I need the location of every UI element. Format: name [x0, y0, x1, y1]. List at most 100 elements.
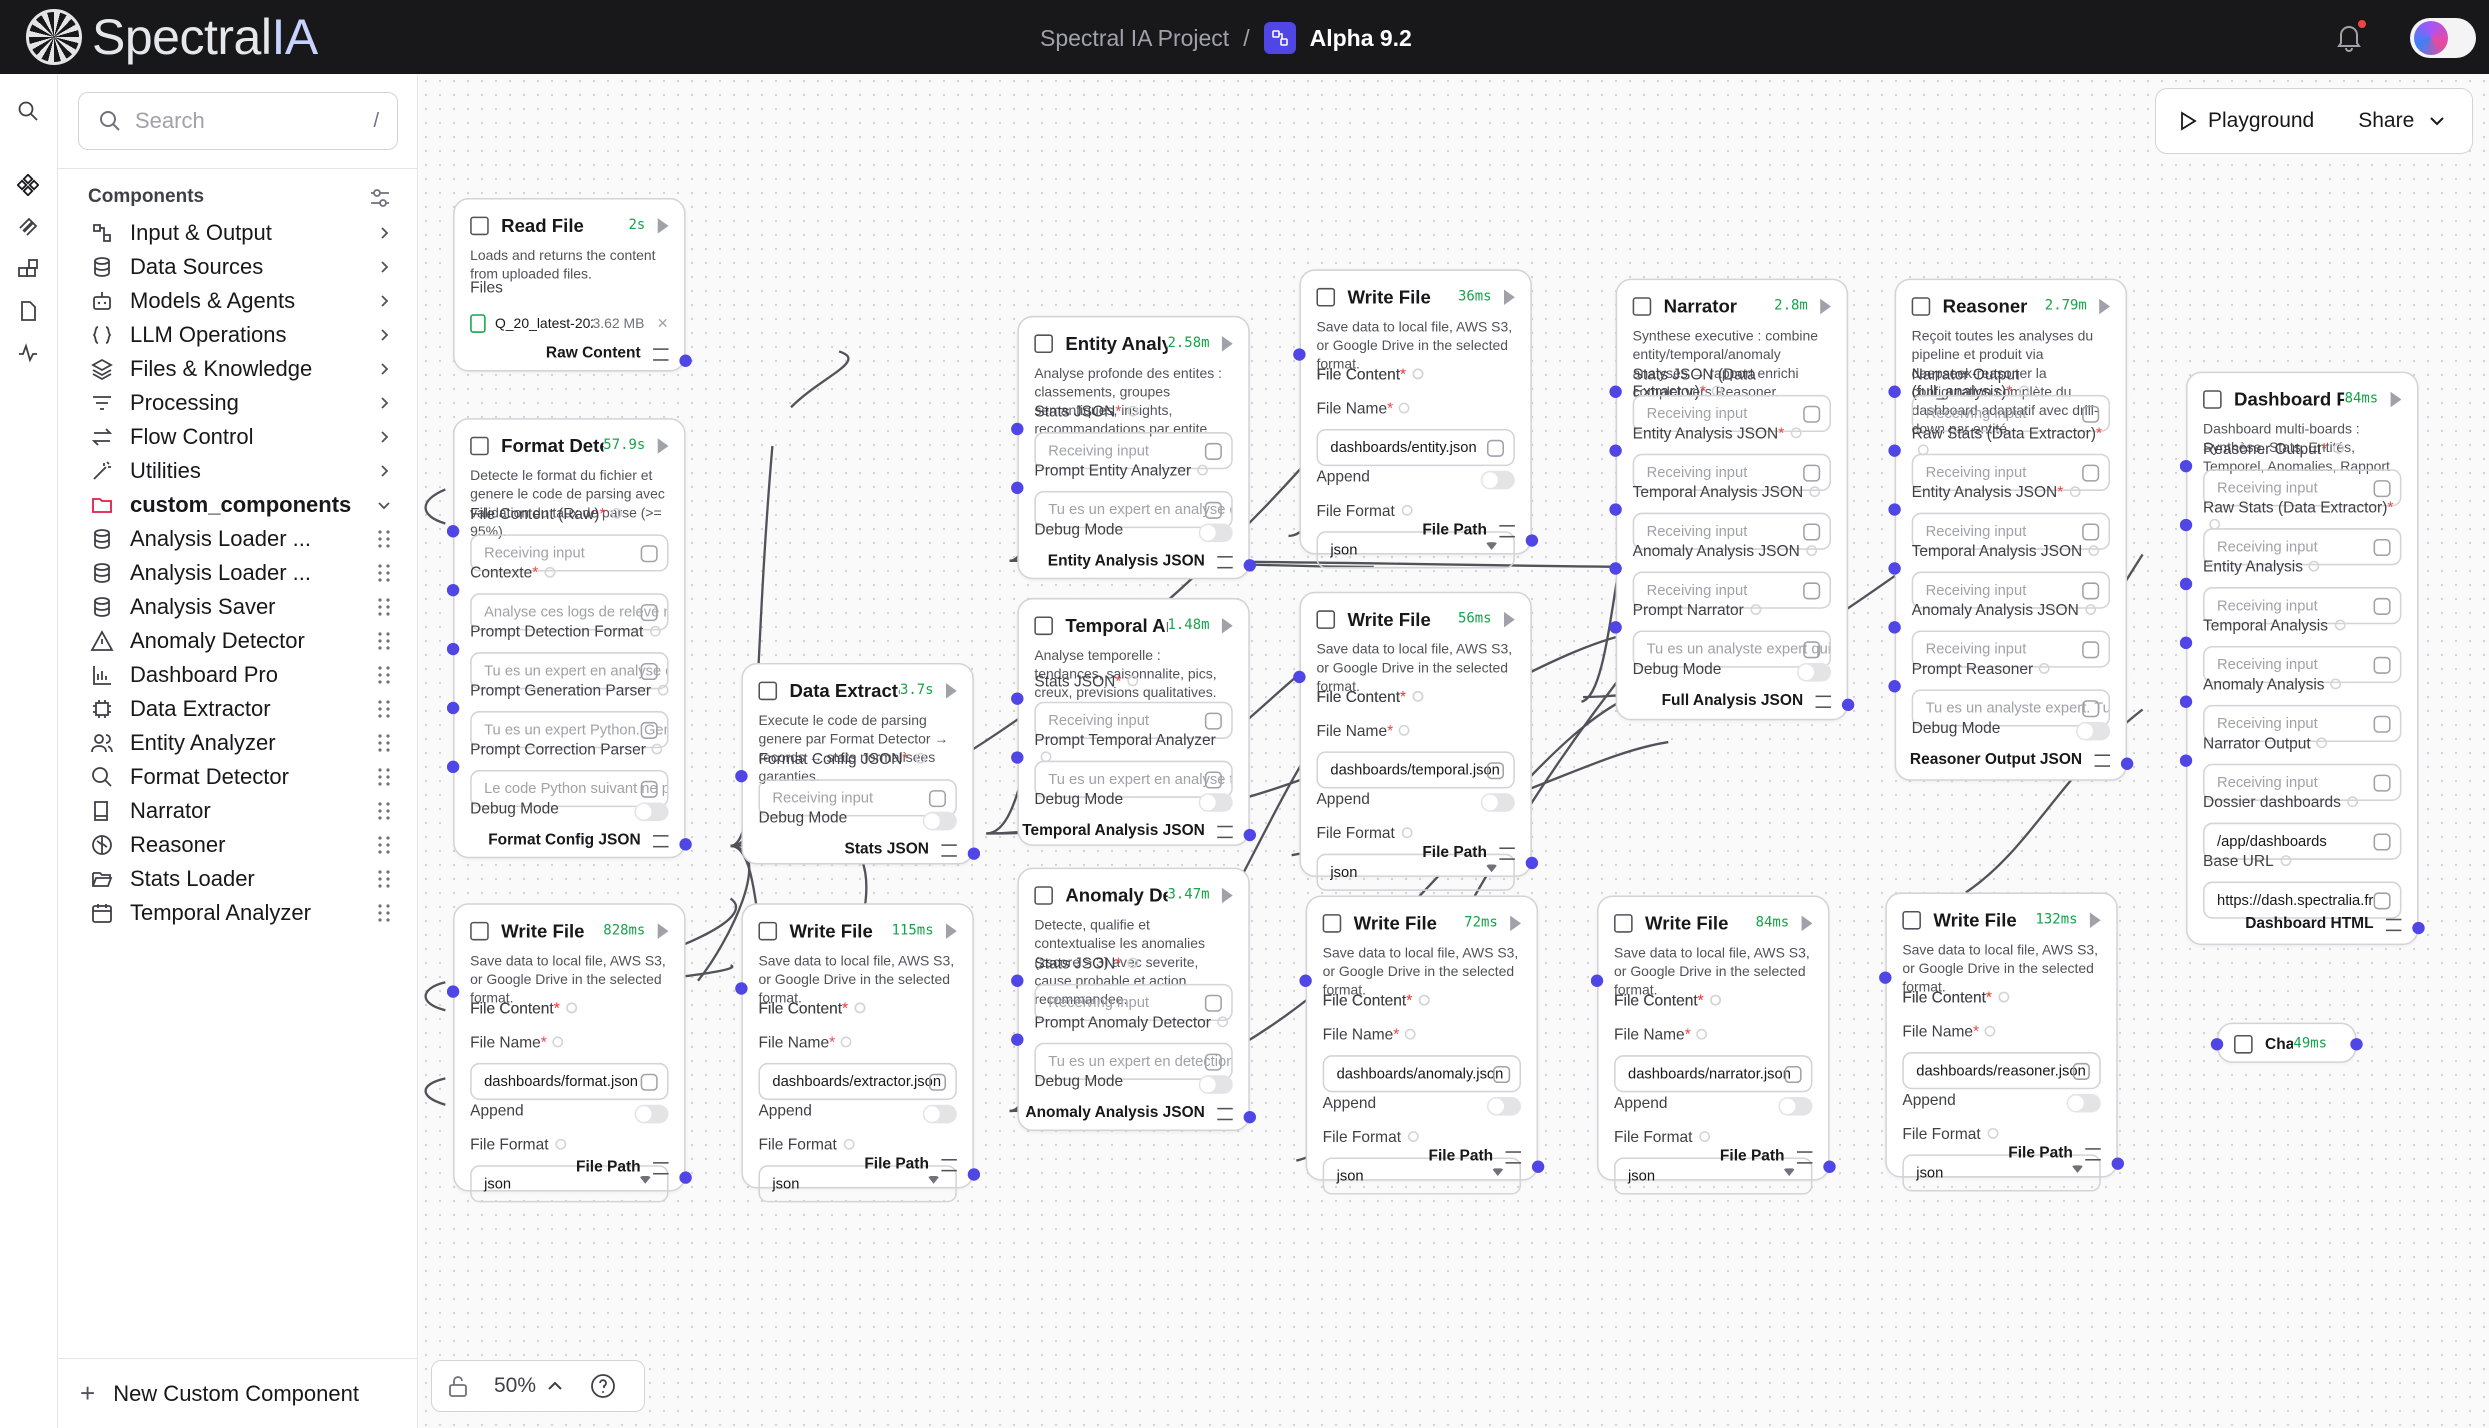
node-output[interactable]: File Path	[1422, 522, 1515, 539]
drag-handle-icon[interactable]	[376, 596, 392, 618]
info-icon[interactable]	[1399, 725, 1411, 736]
lock-icon[interactable]	[446, 1374, 470, 1398]
play-icon[interactable]	[2178, 111, 2198, 131]
node-header[interactable]: Write File 36ms	[1316, 283, 1515, 311]
toggle-switch[interactable]	[1198, 1075, 1233, 1094]
toggle-switch[interactable]	[1198, 793, 1233, 812]
info-icon[interactable]	[914, 752, 926, 764]
run-icon[interactable]	[1820, 298, 1832, 315]
node-header[interactable]: Dashboard Pro84ms	[2203, 386, 2402, 414]
connection-handle[interactable]	[446, 525, 460, 538]
connection-handle[interactable]	[446, 583, 460, 597]
connection-handle[interactable]	[1293, 670, 1306, 684]
connection-handle[interactable]	[1011, 422, 1024, 436]
connection-handle[interactable]	[679, 838, 692, 851]
components-icon[interactable]	[13, 170, 43, 200]
info-icon[interactable]	[1709, 994, 1721, 1006]
node-output[interactable]: Anomaly Analysis JSON	[1025, 1105, 1233, 1122]
info-icon[interactable]	[1790, 427, 1802, 439]
connection-handle[interactable]	[1888, 621, 1901, 634]
info-icon[interactable]	[1407, 1131, 1419, 1142]
connection-handle[interactable]	[2210, 1038, 2224, 1051]
node-wf-entity[interactable]: Write File 36ms Save data to local file, A…	[1293, 269, 1539, 569]
connection-handle[interactable]	[1299, 974, 1312, 987]
avatar[interactable]	[2414, 21, 2448, 55]
node-output[interactable]: File Path	[864, 1156, 957, 1173]
node-header[interactable]: Write File 72ms	[1322, 909, 1522, 937]
connection-handle[interactable]	[1243, 559, 1256, 572]
node-header[interactable]: Entity Analyzer2.58m	[1034, 330, 1233, 358]
flow-name[interactable]: Alpha 9.2	[1310, 25, 1412, 52]
info-icon[interactable]	[1749, 604, 1761, 615]
drag-handle-icon[interactable]	[376, 834, 392, 856]
field-input[interactable]: https://dash.spectralia.fr	[2203, 881, 2402, 919]
info-icon[interactable]	[2334, 619, 2346, 631]
info-icon[interactable]	[554, 1138, 566, 1150]
info-icon[interactable]	[649, 625, 661, 637]
node-header[interactable]: Format Detector57.9s	[470, 432, 669, 460]
bundles-icon[interactable]	[13, 254, 43, 284]
chevron-up-icon[interactable]	[546, 1377, 564, 1395]
node-reasoner[interactable]: Reasoner 2.79m Reçoit toutes les analyses …	[1888, 278, 2134, 781]
run-icon[interactable]	[1510, 915, 1522, 932]
node-temporal[interactable]: Temporal Analyzer1.48mAnalyse temporelle…	[1011, 597, 1256, 846]
connection-handle[interactable]	[2111, 1157, 2124, 1170]
connection-handle[interactable]	[967, 847, 981, 860]
connection-handle[interactable]	[2412, 921, 2425, 935]
node-header[interactable]: Write File 115ms	[758, 917, 957, 945]
filter-settings-icon[interactable]	[368, 186, 392, 210]
node-output[interactable]: Full Analysis JSON	[1662, 692, 1832, 710]
connection-handle[interactable]	[1243, 828, 1256, 842]
connection-handle[interactable]	[1293, 348, 1306, 361]
node-wf-extractor[interactable]: Write File 115ms Save data to local file, …	[735, 903, 981, 1203]
info-icon[interactable]	[1401, 504, 1412, 516]
info-icon[interactable]	[1127, 405, 1139, 417]
run-icon[interactable]	[657, 218, 669, 234]
connection-handle[interactable]	[446, 760, 460, 774]
node-output[interactable]: Entity Analysis JSON	[1048, 553, 1233, 570]
chevron-down-icon[interactable]	[2428, 112, 2446, 130]
field-input[interactable]: dashboards/temporal.json	[1316, 751, 1515, 789]
run-icon[interactable]	[946, 923, 957, 939]
connection-handle[interactable]	[446, 985, 460, 998]
drag-handle-icon[interactable]	[376, 664, 392, 686]
connection-handle[interactable]	[1888, 680, 1901, 693]
connection-handle[interactable]	[1011, 1033, 1024, 1046]
info-icon[interactable]	[1805, 545, 1817, 557]
info-icon[interactable]	[1418, 994, 1430, 1006]
run-icon[interactable]	[2390, 391, 2402, 408]
connection-handle[interactable]	[1609, 562, 1622, 575]
connection-handle[interactable]	[1609, 621, 1622, 634]
node-narrator[interactable]: Narrator 2.8m Synthese executive : combine…	[1609, 278, 1855, 721]
node-output[interactable]: File Path	[2008, 1145, 2101, 1162]
connection-handle[interactable]	[679, 1171, 692, 1184]
connection-handle[interactable]	[1525, 534, 1539, 547]
info-icon[interactable]	[1412, 368, 1424, 380]
connection-handle[interactable]	[1888, 385, 1901, 398]
info-icon[interactable]	[1405, 1028, 1417, 1040]
info-icon[interactable]	[1127, 957, 1139, 969]
toggle-switch[interactable]	[2066, 1093, 2101, 1113]
info-icon[interactable]	[1985, 1025, 1997, 1037]
node-chat[interactable]: Chat O...49ms	[2210, 1022, 2363, 1063]
info-icon[interactable]	[2309, 560, 2321, 572]
node-output[interactable]: Stats JSON	[845, 841, 957, 858]
field-input[interactable]: dashboards/reasoner.json	[1902, 1052, 2101, 1090]
run-icon[interactable]	[1801, 915, 1813, 932]
connection-handle[interactable]	[1609, 503, 1622, 516]
node-header[interactable]: Write File 828ms	[470, 917, 669, 945]
connection-handle[interactable]	[1609, 444, 1622, 457]
connection-handle[interactable]	[1011, 692, 1024, 705]
drag-handle-icon[interactable]	[376, 630, 392, 652]
info-icon[interactable]	[854, 1002, 866, 1014]
zoom-level[interactable]: 50%	[494, 1374, 536, 1398]
node-wf-narrator[interactable]: Write File 84ms Save data to local file, A…	[1590, 895, 1836, 1195]
app-logo[interactable]: SpectralIA	[26, 8, 318, 66]
info-icon[interactable]	[565, 1002, 577, 1014]
connection-handle[interactable]	[1888, 562, 1901, 575]
run-icon[interactable]	[657, 438, 669, 454]
flow-canvas[interactable]: Playground Share 50% Read File 2s Loads an…	[419, 74, 2489, 1428]
activity-icon[interactable]	[13, 338, 43, 368]
info-icon[interactable]	[657, 684, 669, 696]
node-header[interactable]: Reasoner 2.79m	[1911, 293, 2111, 321]
